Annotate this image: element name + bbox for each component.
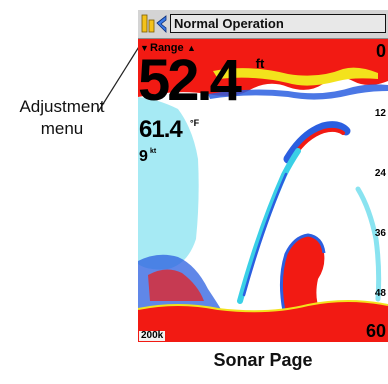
callout-label-line-1: Adjustment bbox=[19, 97, 105, 116]
page-title: Normal Operation bbox=[174, 16, 284, 31]
figure-caption: Sonar Page bbox=[213, 350, 313, 370]
depth-scale-top: 0 bbox=[375, 41, 386, 61]
callout-label-line-2: menu bbox=[40, 119, 84, 138]
depth-scale-tick: 12 bbox=[374, 108, 386, 119]
depth-scale-tick: 24 bbox=[374, 168, 386, 179]
adjustment-menu-button[interactable] bbox=[140, 13, 168, 35]
zoom-label: 200k bbox=[139, 330, 166, 341]
page-title-box: Normal Operation bbox=[170, 14, 386, 33]
speed-unit: kt bbox=[150, 148, 157, 155]
depth-scale-tick: 48 bbox=[374, 288, 386, 299]
depth-unit: ft bbox=[255, 56, 265, 71]
depth-readout: 52.4 bbox=[138, 48, 242, 113]
sonar-device-screen: Normal Operation ▼ Range ▲ 52.4 ft 61.4 … bbox=[138, 10, 388, 342]
adjustment-menu-icon bbox=[141, 14, 167, 33]
water-temperature-readout: 61.4 bbox=[139, 116, 183, 143]
depth-scale-bottom: 60 bbox=[365, 321, 386, 341]
speed-readout: 9 bbox=[139, 148, 148, 165]
title-bar: Normal Operation bbox=[138, 10, 388, 39]
adjustment-menu-callout: Adjustment menu bbox=[8, 96, 116, 140]
water-temperature-unit: °F bbox=[190, 118, 200, 128]
depth-scale-tick: 36 bbox=[374, 228, 386, 239]
